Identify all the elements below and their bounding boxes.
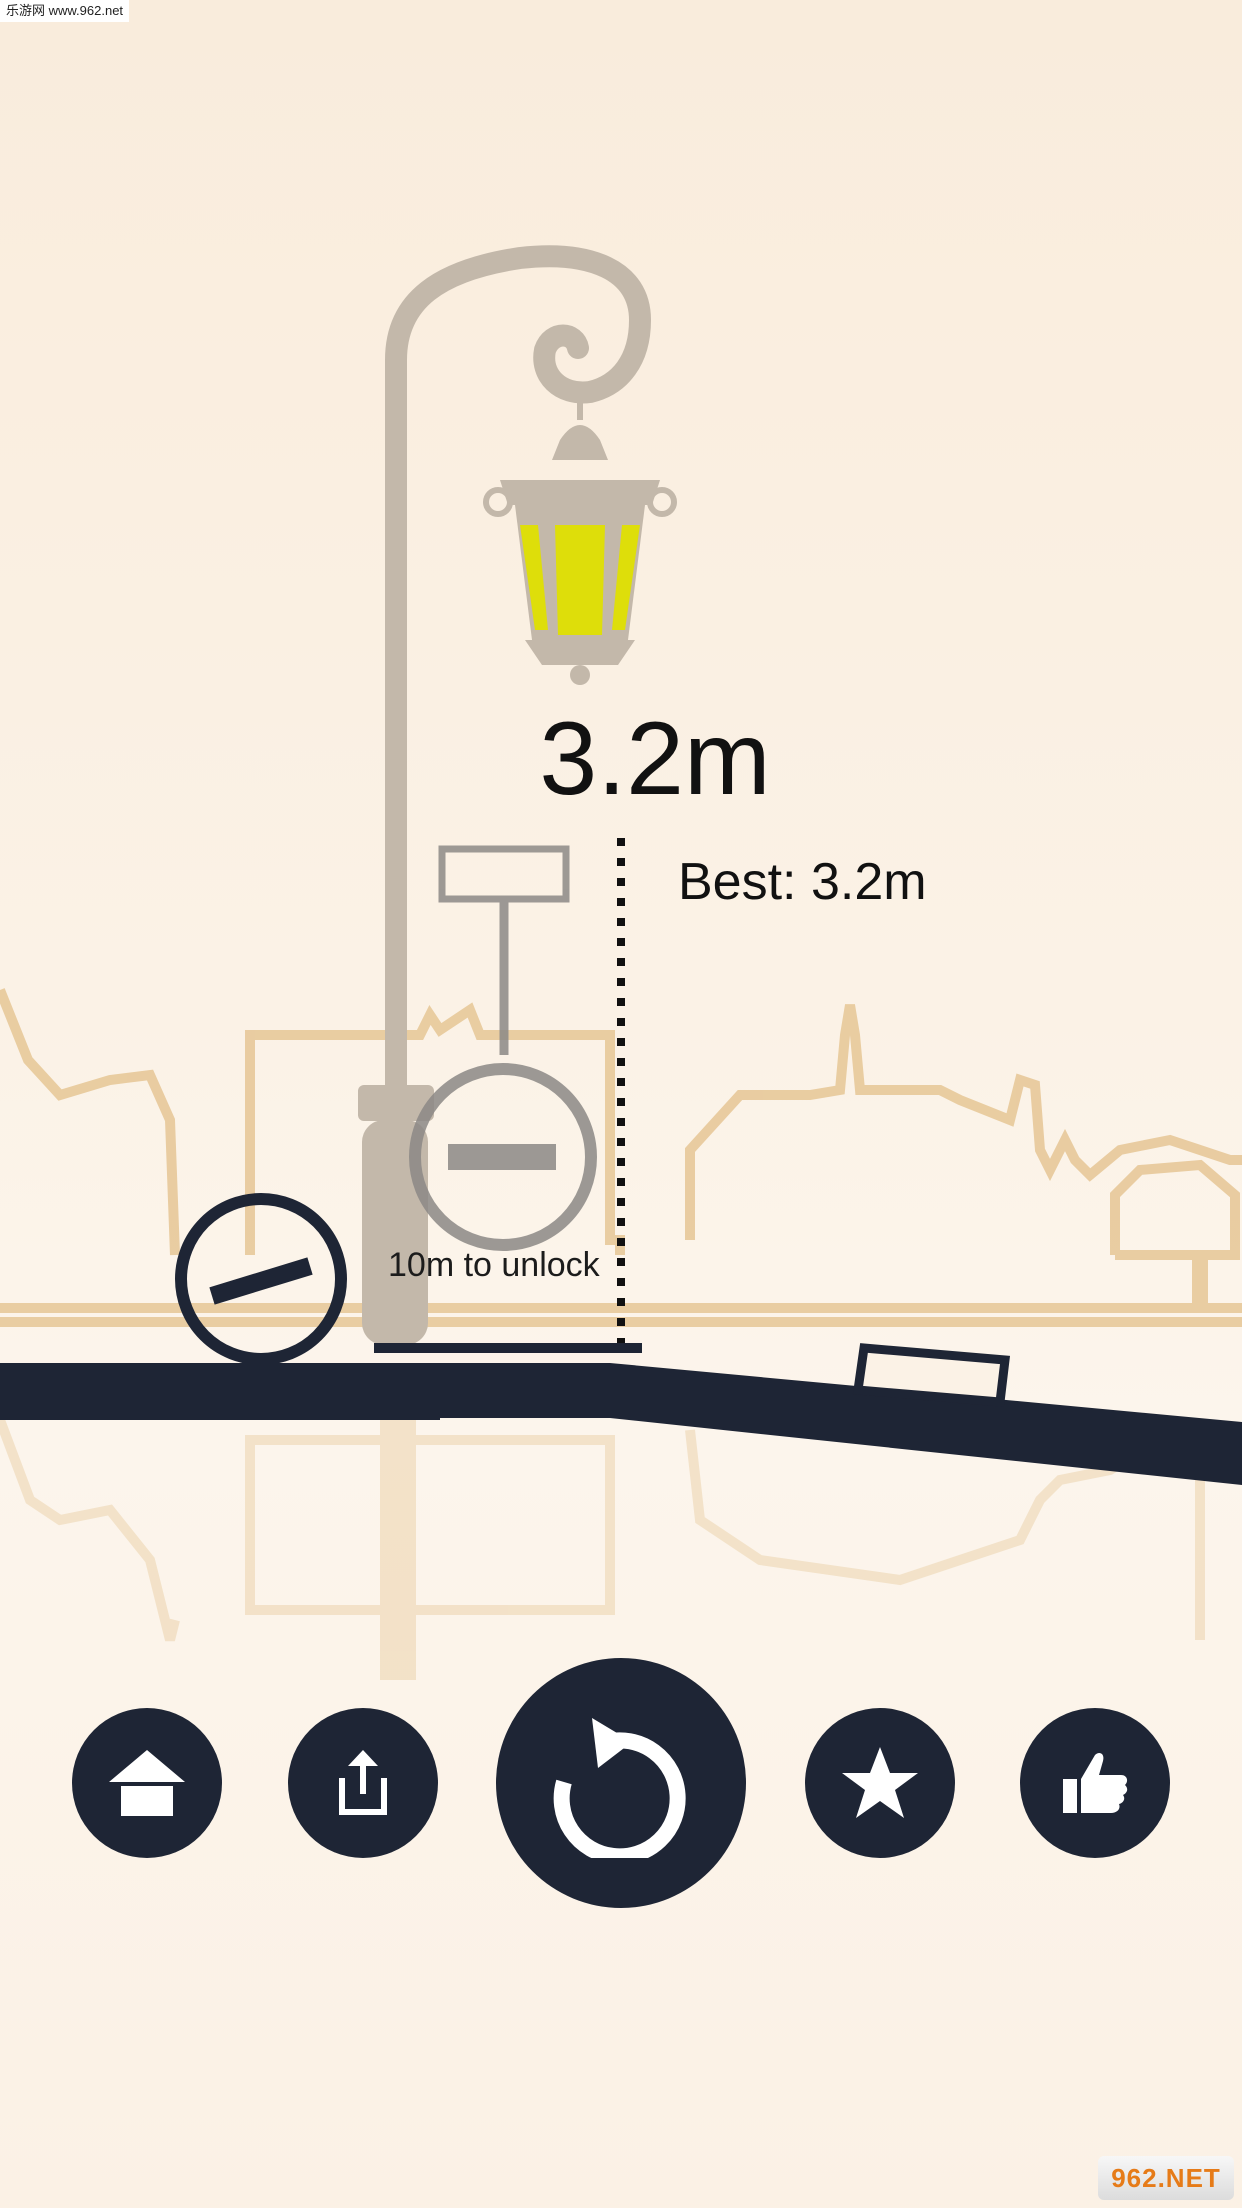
player-wheel <box>175 1193 347 1365</box>
rate-button[interactable] <box>805 1708 955 1858</box>
like-button[interactable] <box>1020 1708 1170 1858</box>
star-icon <box>842 1747 918 1818</box>
unlock-hint: 10m to unlock <box>388 1246 600 1284</box>
ghost-unicycle <box>409 845 597 1251</box>
share-icon <box>339 1750 387 1815</box>
obstacle-box <box>852 1343 1011 1407</box>
ground <box>0 1363 1242 1485</box>
thumbs-up-icon <box>1063 1753 1128 1813</box>
distance-readout: 3.2m <box>539 701 771 817</box>
restart-icon <box>553 1718 686 1858</box>
share-button[interactable] <box>288 1708 438 1858</box>
best-distance-label: Best: 3.2m <box>678 853 927 911</box>
site-logo: 962.NET <box>1098 2156 1234 2200</box>
lantern <box>483 390 677 685</box>
restart-button[interactable] <box>496 1658 746 1908</box>
home-button[interactable] <box>72 1708 222 1858</box>
home-icon <box>109 1750 185 1816</box>
